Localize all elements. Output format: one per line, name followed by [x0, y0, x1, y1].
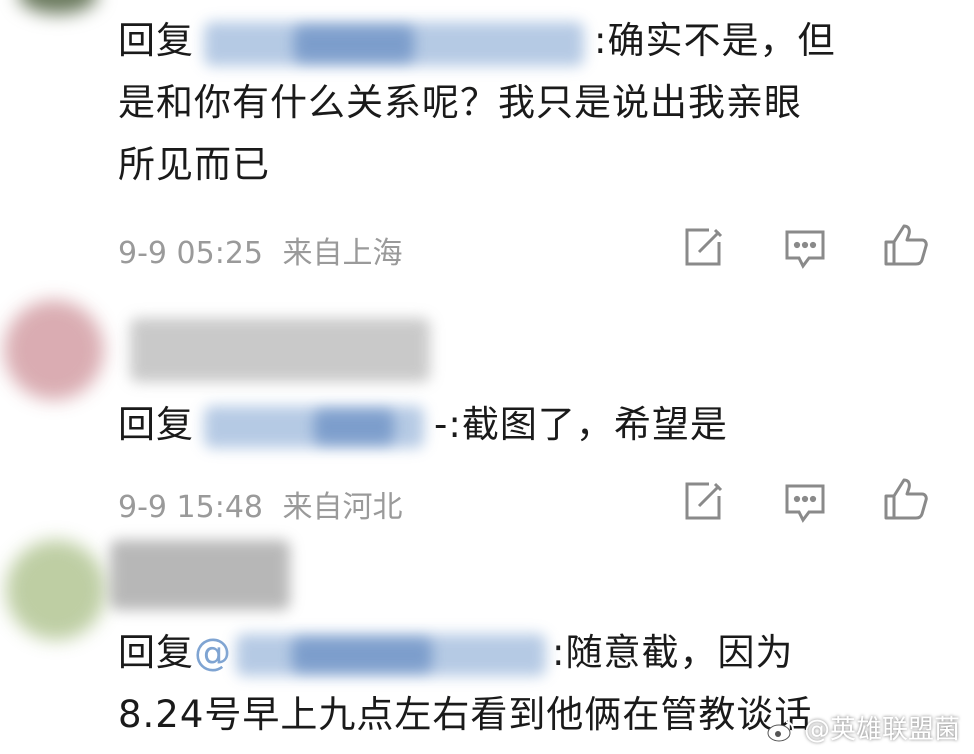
comment-icon[interactable] [781, 478, 829, 526]
blurred-username[interactable] [110, 540, 290, 610]
comment-text-line: 回复 -:截图了，希望是 [118, 394, 728, 456]
like-icon[interactable] [882, 222, 930, 270]
blurred-username[interactable] [194, 18, 594, 68]
blurred-username[interactable] [130, 318, 430, 382]
comment-location: 来自河北 [282, 490, 403, 525]
watermark: @英雄联盟菌 [766, 709, 960, 746]
comment-meta: 9-9 15:48 来自河北 [118, 482, 403, 526]
weibo-icon [766, 719, 796, 743]
reply-prefix: 回复 [118, 631, 194, 674]
watermark-text: @英雄联盟菌 [803, 715, 960, 745]
edit-icon[interactable] [679, 478, 727, 526]
reply-prefix: 回复 [118, 403, 194, 446]
reply-prefix: 回复 [118, 19, 194, 62]
mention-at[interactable]: @ [194, 631, 232, 674]
avatar[interactable] [4, 300, 104, 400]
comment-text-tail: :确实不是，但 [594, 19, 836, 62]
like-icon[interactable] [882, 476, 930, 524]
edit-icon[interactable] [679, 224, 727, 272]
comment-text-line: 8.24号早上九点左右看到他俩在管教谈话 [118, 693, 813, 736]
avatar[interactable] [6, 540, 106, 640]
comment-icon[interactable] [781, 224, 829, 272]
comment-date: 9-9 15:48 [118, 490, 263, 525]
comment-text-line: 回复@ :随意截，因为 [118, 622, 793, 684]
comment-text-line: 回复 :确实不是，但 [118, 10, 835, 72]
blurred-username[interactable] [194, 402, 434, 452]
avatar[interactable] [18, 0, 98, 14]
comment-text-tail: -:截图了，希望是 [434, 403, 728, 446]
comment-meta: 9-9 05:25 来自上海 [118, 228, 403, 272]
comment-text-line: 是和你有什么关系呢？我只是说出我亲眼 [118, 81, 802, 124]
comment-text-tail: :随意截，因为 [552, 631, 794, 674]
comment-date: 9-9 05:25 [118, 236, 263, 271]
comment-text-line: 所见而已 [118, 143, 270, 186]
blurred-username[interactable] [232, 630, 552, 680]
comment-location: 来自上海 [282, 236, 403, 271]
